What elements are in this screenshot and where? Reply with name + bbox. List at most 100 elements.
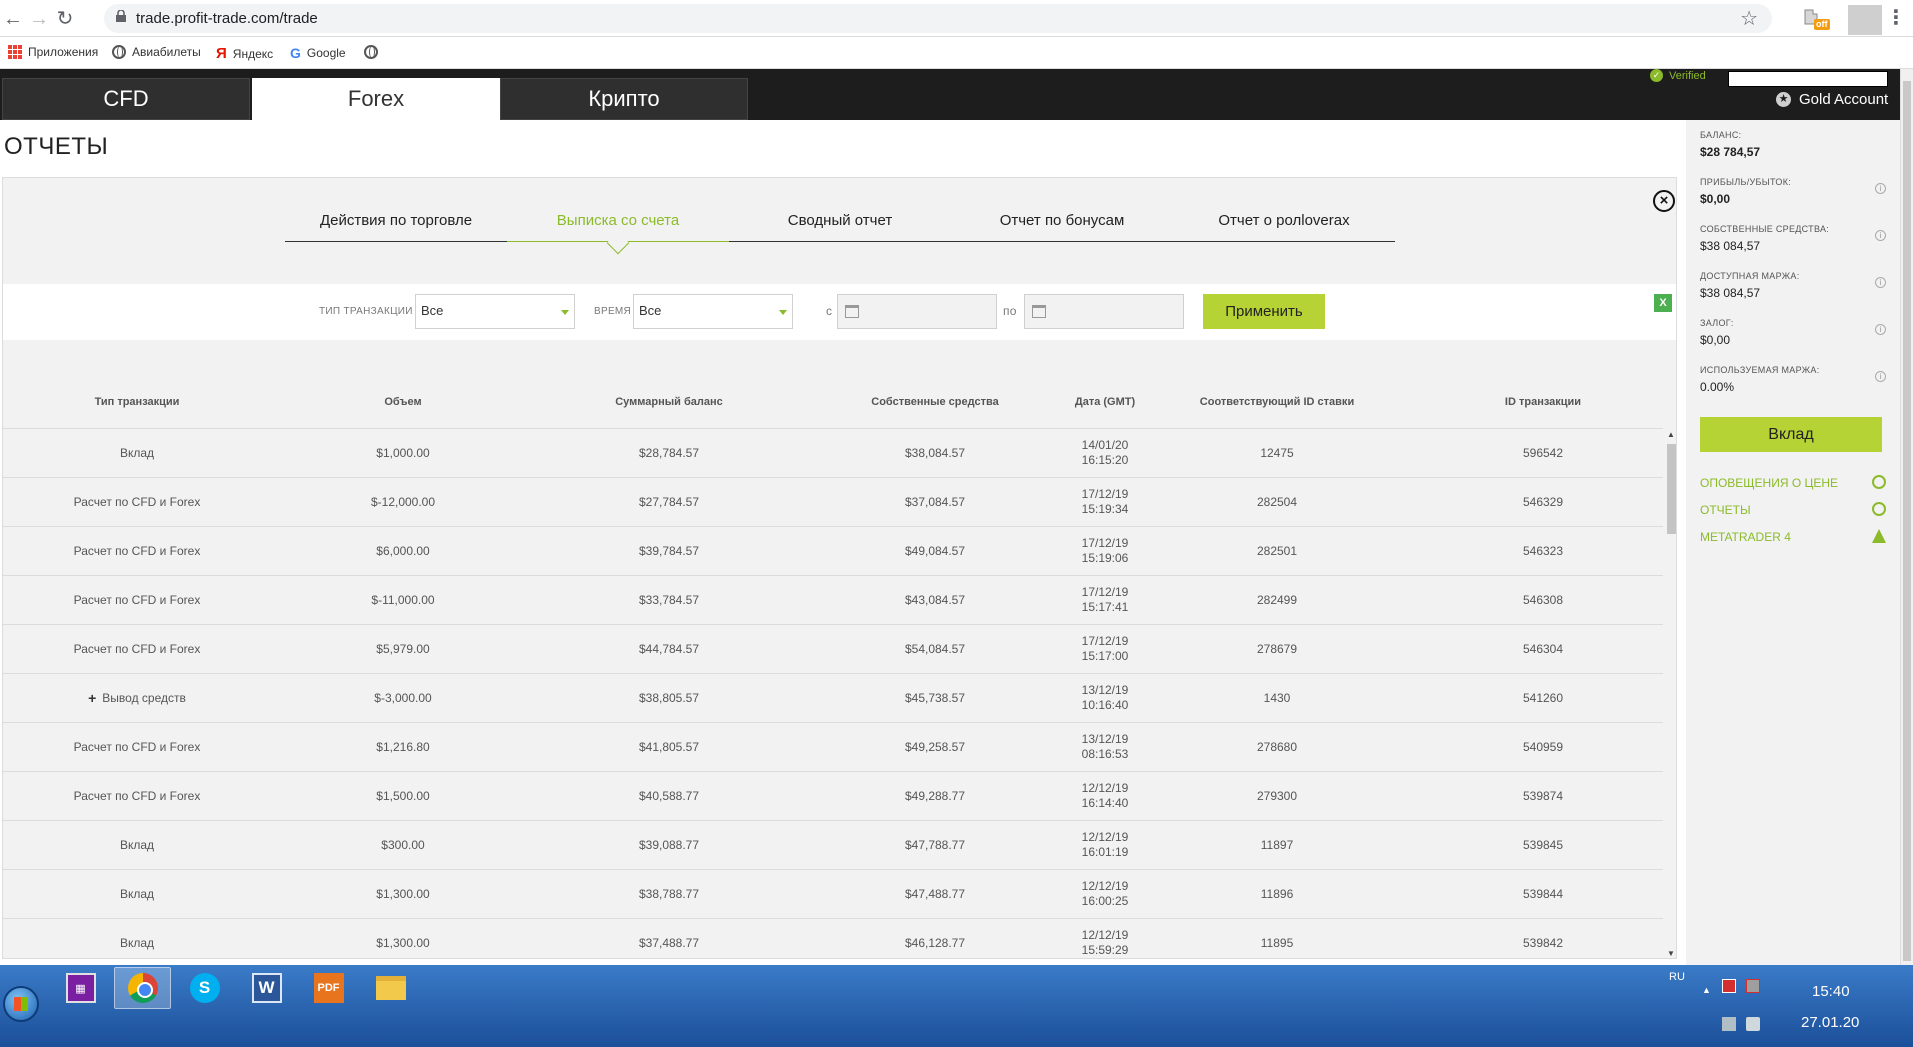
link-reports[interactable]: ОТЧЕТЫ bbox=[1700, 502, 1886, 517]
table-row[interactable]: Вклад $300.00 $39,088.77 $47,788.77 12/12/19… bbox=[3, 820, 1663, 869]
excel-export-icon[interactable]: X bbox=[1654, 294, 1672, 312]
tray-app-icon[interactable] bbox=[1722, 979, 1736, 993]
scroll-down-icon[interactable]: ▼ bbox=[1667, 949, 1675, 958]
back-arrow-icon[interactable]: ← bbox=[0, 6, 26, 32]
time-select[interactable]: Все bbox=[633, 294, 793, 329]
info-icon[interactable]: i bbox=[1875, 277, 1886, 288]
link-metatrader[interactable]: METATRADER 4 bbox=[1700, 529, 1886, 544]
scroll-thumb[interactable] bbox=[1667, 444, 1676, 534]
cell-total-balance: $27,784.57 bbox=[638, 494, 700, 509]
taskbar-app-pdf[interactable]: PDF bbox=[300, 967, 357, 1009]
address-bar[interactable]: trade.profit-trade.com/trade ☆ bbox=[104, 4, 1772, 33]
bookmark-google[interactable]: G Google bbox=[290, 45, 346, 61]
extension-icon[interactable]: off bbox=[1802, 8, 1830, 30]
tab-bonus-report[interactable]: Отчет по бонусам bbox=[951, 178, 1173, 242]
table-row[interactable]: Вклад $1,000.00 $28,784.57 $38,084.57 14/01/… bbox=[3, 428, 1663, 477]
account-type-label: Gold Account bbox=[1799, 91, 1889, 108]
account-name-redacted[interactable] bbox=[1728, 71, 1888, 87]
tab-account-statement[interactable]: Выписка со счета bbox=[507, 178, 729, 255]
page-scrollbar[interactable] bbox=[1900, 69, 1913, 965]
cell-text: Вклад bbox=[119, 837, 155, 852]
scroll-up-icon[interactable]: ▲ bbox=[1667, 430, 1675, 439]
chrome-icon bbox=[127, 973, 158, 1003]
cell-date-time: 15:19:34 bbox=[1081, 502, 1129, 516]
taskbar-app-chrome[interactable] bbox=[114, 967, 171, 1009]
cell-date-day: 17/12/19 bbox=[1081, 585, 1129, 599]
volume-icon[interactable] bbox=[1746, 1017, 1760, 1031]
header-transaction-id[interactable]: ID транзакции bbox=[1505, 396, 1581, 408]
account-type[interactable]: ★ Gold Account bbox=[1776, 91, 1888, 108]
language-indicator[interactable]: RU bbox=[1669, 971, 1685, 983]
header-volume[interactable]: Объем bbox=[384, 396, 421, 408]
header-date[interactable]: Дата (GMT) bbox=[1075, 396, 1135, 408]
clock-time[interactable]: 15:40 bbox=[1812, 983, 1850, 1000]
tab-rollover-report[interactable]: Отчет о ролloverах bbox=[1173, 178, 1395, 242]
bookmark-apps[interactable]: Приложения bbox=[8, 45, 98, 59]
taskbar-app-floppy[interactable]: ▦ bbox=[52, 967, 109, 1009]
bookmark-aviabilety[interactable]: Авиабилеты bbox=[112, 45, 201, 59]
tab-crypto[interactable]: Крипто bbox=[500, 78, 748, 120]
page-scroll-thumb[interactable] bbox=[1903, 81, 1911, 961]
forward-arrow-icon[interactable]: → bbox=[26, 6, 52, 32]
cell-bet-id: 11895 bbox=[1260, 935, 1294, 950]
clock-date[interactable]: 27.01.20 bbox=[1801, 1014, 1859, 1031]
table-row[interactable]: Расчет по CFD и Forex $5,979.00 $44,784.57… bbox=[3, 624, 1663, 673]
cell-date: 13/12/19 08:16:53 bbox=[1082, 723, 1129, 771]
tab-trading-actions[interactable]: Действия по торговле bbox=[285, 178, 507, 242]
active-tab-caret bbox=[606, 231, 630, 255]
taskbar-app-explorer[interactable] bbox=[362, 967, 419, 1009]
tab-cfd[interactable]: CFD bbox=[2, 78, 250, 120]
date-to-input[interactable] bbox=[1024, 294, 1184, 329]
info-icon[interactable]: i bbox=[1875, 183, 1886, 194]
header-equity[interactable]: Собственные средства bbox=[871, 396, 998, 408]
monitor-icon[interactable] bbox=[1722, 1017, 1736, 1031]
info-icon[interactable]: i bbox=[1875, 230, 1886, 241]
stat-value: $0,00 bbox=[1700, 192, 1731, 206]
link-price-alerts[interactable]: ОПОВЕЩЕНИЯ О ЦЕНЕ bbox=[1700, 475, 1886, 490]
stat-used-margin: ИСПОЛЬЗУЕМАЯ МАРЖА: 0.00% i bbox=[1700, 365, 1886, 394]
stat-profit-loss: ПРИБЫЛЬ/УБЫТОК: $0,00 i bbox=[1700, 177, 1886, 206]
table-row[interactable]: Вклад $1,300.00 $38,788.77 $47,488.77 12/12/… bbox=[3, 869, 1663, 918]
cell-date-time: 10:16:40 bbox=[1081, 698, 1129, 712]
expand-plus-icon[interactable]: + bbox=[88, 690, 96, 706]
table-row[interactable]: Расчет по CFD и Forex $6,000.00 $39,784.57… bbox=[3, 526, 1663, 575]
deposit-button[interactable]: Вклад bbox=[1700, 417, 1882, 452]
transaction-type-select[interactable]: Все bbox=[415, 294, 575, 329]
taskbar-app-word[interactable]: W bbox=[238, 967, 295, 1009]
start-button[interactable] bbox=[3, 986, 39, 1022]
taskbar-app-skype[interactable]: S bbox=[176, 967, 233, 1009]
network-disabled-icon[interactable] bbox=[1746, 979, 1760, 993]
close-icon[interactable]: × bbox=[1653, 190, 1675, 212]
bookmark-star-icon[interactable]: ☆ bbox=[1740, 6, 1758, 31]
profile-avatar[interactable] bbox=[1848, 5, 1882, 35]
table-row[interactable]: Расчет по CFD и Forex $-12,000.00 $27,784.… bbox=[3, 477, 1663, 526]
table-row[interactable]: Расчет по CFD и Forex $-11,000.00 $33,784.… bbox=[3, 575, 1663, 624]
table-scrollbar[interactable]: ▲ ▼ bbox=[1666, 430, 1676, 958]
bookmark-yandex[interactable]: Я Яндекс bbox=[216, 45, 273, 62]
cell-volume: $1,500.00 bbox=[376, 788, 430, 803]
header-transaction-type[interactable]: Тип транзакции bbox=[95, 396, 180, 408]
tray-expand-icon[interactable]: ▲ bbox=[1702, 985, 1711, 995]
cell-transaction-type: Вклад bbox=[120, 870, 154, 918]
filter-bar: ТИП ТРАНЗАКЦИИ Все ВРЕМЯ Все с по Примен… bbox=[3, 284, 1676, 340]
reload-icon[interactable]: ↻ bbox=[52, 6, 78, 32]
header-total-balance[interactable]: Суммарный баланс bbox=[615, 396, 723, 408]
cell-equity: $45,738.57 bbox=[904, 690, 966, 705]
info-icon[interactable]: i bbox=[1875, 371, 1886, 382]
header-bet-id[interactable]: Соответствующий ID ставки bbox=[1200, 396, 1354, 408]
tab-summary-report[interactable]: Сводный отчет bbox=[729, 178, 951, 242]
info-icon[interactable]: i bbox=[1875, 324, 1886, 335]
cell-text: Расчет по CFD и Forex bbox=[73, 739, 201, 754]
apply-button[interactable]: Применить bbox=[1203, 294, 1325, 329]
date-from-input[interactable] bbox=[837, 294, 997, 329]
bookmark-globe[interactable] bbox=[364, 45, 378, 59]
table-row[interactable]: Расчет по CFD и Forex $1,500.00 $40,588.77… bbox=[3, 771, 1663, 820]
table-row[interactable]: Вклад $1,300.00 $37,488.77 $46,128.77 12/12/… bbox=[3, 918, 1663, 958]
table-row[interactable]: + Вывод средств $-3,000.00 $38,805.57 $45,73… bbox=[3, 673, 1663, 722]
tab-forex[interactable]: Forex bbox=[252, 78, 500, 120]
table-row[interactable]: Расчет по CFD и Forex $1,216.80 $41,805.57… bbox=[3, 722, 1663, 771]
browser-menu-icon[interactable]: ⋮ bbox=[1886, 6, 1906, 30]
cell-date: 12/12/19 15:59:29 bbox=[1082, 919, 1129, 958]
globe-icon bbox=[364, 45, 378, 59]
cell-date: 13/12/19 10:16:40 bbox=[1082, 674, 1129, 722]
